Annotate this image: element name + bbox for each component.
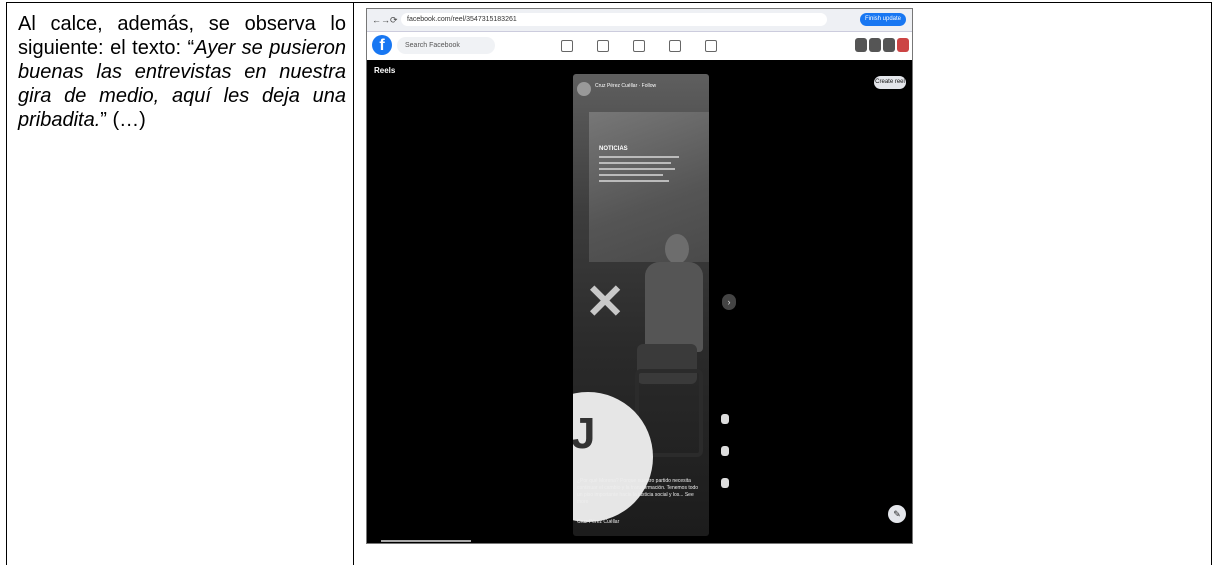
messenger-icon: [869, 38, 881, 52]
speaker-torso: [645, 262, 703, 352]
facebook-header: f Search Facebook: [367, 32, 912, 60]
table-right-border: [1211, 3, 1212, 565]
description-ellipsis: ” (…): [100, 109, 146, 131]
avatar: [897, 38, 909, 52]
board-title: NOTICIAS: [599, 146, 628, 152]
board-text-line: [599, 174, 663, 176]
board-text-line: [599, 168, 675, 170]
reel-video: Cruz Pérez Cuéllar · Follow NOTICIAS ✕ J…: [573, 74, 709, 536]
document-table: Al calce, además, se observa lo siguient…: [6, 2, 1212, 565]
embedded-screenshot: ← → ⟳ facebook.com/reel/3547315183261 Fi…: [366, 8, 913, 544]
compose-icon: ✎: [888, 505, 906, 523]
profile-avatar: [577, 82, 591, 96]
reels-label: Reels: [374, 66, 396, 75]
board-text-line: [599, 180, 669, 182]
gaming-icon: [705, 40, 717, 52]
video-progress-bar: [381, 540, 471, 542]
like-icon: [721, 414, 729, 424]
home-icon: [561, 40, 573, 52]
address-bar: facebook.com/reel/3547315183261: [401, 13, 827, 26]
notifications-icon: [883, 38, 895, 52]
forward-icon: →: [381, 15, 390, 25]
decor-x-shape: ✕: [585, 276, 626, 329]
back-icon: ←: [372, 15, 381, 25]
facebook-search: Search Facebook: [397, 37, 495, 54]
logo-letter-icon: J: [573, 409, 596, 458]
marketplace-icon: [633, 40, 645, 52]
browser-update-pill: Finish update: [860, 13, 906, 26]
comment-icon: [721, 446, 729, 456]
video-icon: [597, 40, 609, 52]
create-reel-button: Create reel: [874, 76, 906, 89]
board-text-line: [599, 162, 671, 164]
facebook-logo-icon: f: [372, 35, 392, 55]
column-divider: [353, 3, 354, 565]
reel-caption: ¿Por qué Morena? Porque nuestro partido …: [577, 478, 699, 505]
description-cell: Al calce, además, se observa lo siguient…: [18, 12, 346, 132]
reload-icon: ⟳: [390, 15, 398, 25]
menu-icon: [855, 38, 867, 52]
groups-icon: [669, 40, 681, 52]
reel-author: Cruz Pérez Cuéllar: [577, 519, 620, 525]
browser-toolbar: ← → ⟳ facebook.com/reel/3547315183261 Fi…: [367, 9, 912, 32]
share-icon: [721, 478, 729, 488]
board-text-line: [599, 156, 679, 158]
next-reel-button: ›: [722, 294, 736, 310]
profile-name: Cruz Pérez Cuéllar · Follow: [595, 83, 657, 89]
speaker-head: [665, 234, 689, 264]
